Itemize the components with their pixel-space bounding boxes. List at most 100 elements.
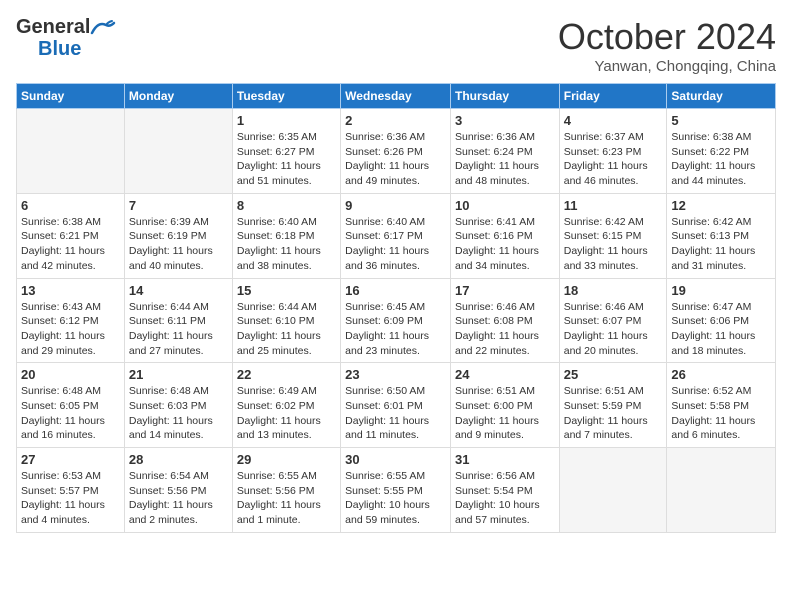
- day-number: 16: [345, 283, 446, 298]
- day-number: 8: [237, 198, 336, 213]
- calendar-cell: 30Sunrise: 6:55 AM Sunset: 5:55 PM Dayli…: [341, 448, 451, 533]
- cell-info: Sunrise: 6:43 AM Sunset: 6:12 PM Dayligh…: [21, 300, 120, 359]
- calendar-cell: 21 Sunrise: 6:48 AM Sunset: 6:03 PM Dayli…: [124, 363, 232, 448]
- calendar-cell: 29 Sunrise: 6:55 AM Sunset: 5:56 PM Dayli…: [232, 448, 340, 533]
- day-number: 21: [129, 367, 228, 382]
- calendar-cell: 18 Sunrise: 6:46 AM Sunset: 6:07 PM Dayli…: [559, 278, 667, 363]
- cell-info: Sunrise: 6:47 AM Sunset: 6:06 PM Dayligh…: [671, 300, 771, 359]
- logo: General Blue: [16, 16, 116, 60]
- calendar-cell: 4 Sunrise: 6:37 AM Sunset: 6:23 PM Daylig…: [559, 109, 667, 194]
- cell-info: Sunrise: 6:44 AM Sunset: 6:10 PM Dayligh…: [237, 300, 336, 359]
- cell-info: Sunrise: 6:55 AM Sunset: 5:55 PM Dayligh…: [345, 469, 446, 528]
- cell-info: Sunrise: 6:37 AM Sunset: 6:23 PM Dayligh…: [564, 130, 663, 189]
- cell-info: Sunrise: 6:38 AM Sunset: 6:21 PM Dayligh…: [21, 215, 120, 274]
- location-subtitle: Yanwan, Chongqing, China: [558, 58, 776, 75]
- logo-general-text: General: [16, 16, 90, 38]
- day-number: 22: [237, 367, 336, 382]
- cell-info: Sunrise: 6:42 AM Sunset: 6:15 PM Dayligh…: [564, 215, 663, 274]
- day-number: 14: [129, 283, 228, 298]
- cell-info: Sunrise: 6:55 AM Sunset: 5:56 PM Dayligh…: [237, 469, 336, 528]
- cell-info: Sunrise: 6:50 AM Sunset: 6:01 PM Dayligh…: [345, 384, 446, 443]
- calendar-cell: 6Sunrise: 6:38 AM Sunset: 6:21 PM Daylig…: [17, 193, 125, 278]
- calendar-cell: 23 Sunrise: 6:50 AM Sunset: 6:01 PM Dayli…: [341, 363, 451, 448]
- day-number: 29: [237, 452, 336, 467]
- cell-info: Sunrise: 6:46 AM Sunset: 6:08 PM Dayligh…: [455, 300, 555, 359]
- day-number: 20: [21, 367, 120, 382]
- calendar-week-row: 1 Sunrise: 6:35 AM Sunset: 6:27 PM Daylig…: [17, 109, 776, 194]
- day-number: 11: [564, 198, 663, 213]
- cell-info: Sunrise: 6:51 AM Sunset: 5:59 PM Dayligh…: [564, 384, 663, 443]
- cell-info: Sunrise: 6:35 AM Sunset: 6:27 PM Dayligh…: [237, 130, 336, 189]
- calendar-cell: 14Sunrise: 6:44 AM Sunset: 6:11 PM Dayli…: [124, 278, 232, 363]
- page-header: General Blue October 2024 Yanwan, Chongq…: [16, 16, 776, 75]
- calendar-cell: 5 Sunrise: 6:38 AM Sunset: 6:22 PM Daylig…: [667, 109, 776, 194]
- day-number: 28: [129, 452, 228, 467]
- calendar-cell: [559, 448, 667, 533]
- cell-info: Sunrise: 6:40 AM Sunset: 6:18 PM Dayligh…: [237, 215, 336, 274]
- cell-info: Sunrise: 6:42 AM Sunset: 6:13 PM Dayligh…: [671, 215, 771, 274]
- calendar-week-row: 20 Sunrise: 6:48 AM Sunset: 6:05 PM Dayli…: [17, 363, 776, 448]
- day-number: 12: [671, 198, 771, 213]
- calendar-table: Sunday Monday Tuesday Wednesday Thursday…: [16, 83, 776, 533]
- title-area: October 2024 Yanwan, Chongqing, China: [558, 16, 776, 75]
- header-thursday: Thursday: [450, 84, 559, 109]
- day-number: 18: [564, 283, 663, 298]
- calendar-cell: [17, 109, 125, 194]
- day-number: 7: [129, 198, 228, 213]
- cell-info: Sunrise: 6:38 AM Sunset: 6:22 PM Dayligh…: [671, 130, 771, 189]
- calendar-cell: 31Sunrise: 6:56 AM Sunset: 5:54 PM Dayli…: [450, 448, 559, 533]
- calendar-cell: 16Sunrise: 6:45 AM Sunset: 6:09 PM Dayli…: [341, 278, 451, 363]
- calendar-cell: 28 Sunrise: 6:54 AM Sunset: 5:56 PM Dayli…: [124, 448, 232, 533]
- header-saturday: Saturday: [667, 84, 776, 109]
- cell-info: Sunrise: 6:48 AM Sunset: 6:03 PM Dayligh…: [129, 384, 228, 443]
- calendar-cell: 17 Sunrise: 6:46 AM Sunset: 6:08 PM Dayli…: [450, 278, 559, 363]
- day-number: 5: [671, 113, 771, 128]
- logo-blue-text: Blue: [38, 38, 116, 60]
- day-number: 15: [237, 283, 336, 298]
- calendar-cell: 24 Sunrise: 6:51 AM Sunset: 6:00 PM Dayli…: [450, 363, 559, 448]
- logo-bird-icon: [90, 19, 116, 37]
- day-number: 2: [345, 113, 446, 128]
- calendar-week-row: 6Sunrise: 6:38 AM Sunset: 6:21 PM Daylig…: [17, 193, 776, 278]
- day-number: 24: [455, 367, 555, 382]
- day-number: 23: [345, 367, 446, 382]
- cell-info: Sunrise: 6:48 AM Sunset: 6:05 PM Dayligh…: [21, 384, 120, 443]
- day-number: 1: [237, 113, 336, 128]
- calendar-cell: 20 Sunrise: 6:48 AM Sunset: 6:05 PM Dayli…: [17, 363, 125, 448]
- day-number: 4: [564, 113, 663, 128]
- cell-info: Sunrise: 6:36 AM Sunset: 6:24 PM Dayligh…: [455, 130, 555, 189]
- calendar-cell: 8 Sunrise: 6:40 AM Sunset: 6:18 PM Daylig…: [232, 193, 340, 278]
- cell-info: Sunrise: 6:54 AM Sunset: 5:56 PM Dayligh…: [129, 469, 228, 528]
- weekday-header-row: Sunday Monday Tuesday Wednesday Thursday…: [17, 84, 776, 109]
- calendar-cell: 11 Sunrise: 6:42 AM Sunset: 6:15 PM Dayli…: [559, 193, 667, 278]
- calendar-cell: 19Sunrise: 6:47 AM Sunset: 6:06 PM Dayli…: [667, 278, 776, 363]
- day-number: 13: [21, 283, 120, 298]
- cell-info: Sunrise: 6:51 AM Sunset: 6:00 PM Dayligh…: [455, 384, 555, 443]
- header-tuesday: Tuesday: [232, 84, 340, 109]
- header-monday: Monday: [124, 84, 232, 109]
- calendar-cell: 15 Sunrise: 6:44 AM Sunset: 6:10 PM Dayli…: [232, 278, 340, 363]
- calendar-week-row: 27Sunrise: 6:53 AM Sunset: 5:57 PM Dayli…: [17, 448, 776, 533]
- calendar-cell: [667, 448, 776, 533]
- calendar-cell: 13 Sunrise: 6:43 AM Sunset: 6:12 PM Dayli…: [17, 278, 125, 363]
- calendar-cell: 26 Sunrise: 6:52 AM Sunset: 5:58 PM Dayli…: [667, 363, 776, 448]
- calendar-cell: 22 Sunrise: 6:49 AM Sunset: 6:02 PM Dayli…: [232, 363, 340, 448]
- calendar-week-row: 13 Sunrise: 6:43 AM Sunset: 6:12 PM Dayli…: [17, 278, 776, 363]
- day-number: 25: [564, 367, 663, 382]
- day-number: 10: [455, 198, 555, 213]
- cell-info: Sunrise: 6:39 AM Sunset: 6:19 PM Dayligh…: [129, 215, 228, 274]
- day-number: 26: [671, 367, 771, 382]
- cell-info: Sunrise: 6:40 AM Sunset: 6:17 PM Dayligh…: [345, 215, 446, 274]
- day-number: 9: [345, 198, 446, 213]
- cell-info: Sunrise: 6:56 AM Sunset: 5:54 PM Dayligh…: [455, 469, 555, 528]
- calendar-cell: 12 Sunrise: 6:42 AM Sunset: 6:13 PM Dayli…: [667, 193, 776, 278]
- cell-info: Sunrise: 6:52 AM Sunset: 5:58 PM Dayligh…: [671, 384, 771, 443]
- calendar-cell: 25 Sunrise: 6:51 AM Sunset: 5:59 PM Dayli…: [559, 363, 667, 448]
- cell-info: Sunrise: 6:46 AM Sunset: 6:07 PM Dayligh…: [564, 300, 663, 359]
- header-wednesday: Wednesday: [341, 84, 451, 109]
- calendar-cell: 10Sunrise: 6:41 AM Sunset: 6:16 PM Dayli…: [450, 193, 559, 278]
- calendar-cell: 3 Sunrise: 6:36 AM Sunset: 6:24 PM Daylig…: [450, 109, 559, 194]
- cell-info: Sunrise: 6:49 AM Sunset: 6:02 PM Dayligh…: [237, 384, 336, 443]
- day-number: 17: [455, 283, 555, 298]
- day-number: 3: [455, 113, 555, 128]
